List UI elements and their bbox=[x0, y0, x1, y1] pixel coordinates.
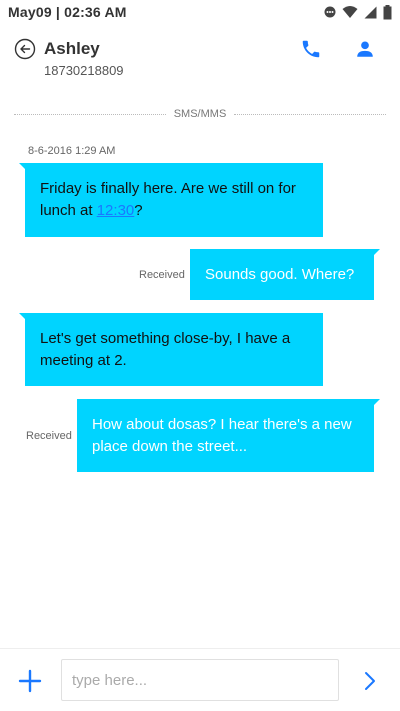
status-icons bbox=[324, 4, 392, 20]
channel-label: SMS/MMS bbox=[173, 108, 227, 120]
delivery-status: Received bbox=[26, 430, 72, 442]
message-input[interactable] bbox=[61, 659, 339, 701]
status-time: May09 | 02:36 AM bbox=[8, 4, 127, 20]
divider-line bbox=[14, 113, 166, 115]
bubble-tail bbox=[374, 399, 380, 405]
incoming-message-bubble[interactable]: Friday is finally here. Are we still on … bbox=[25, 163, 323, 237]
message-text-part: Friday is finally here. Are we still on … bbox=[40, 180, 296, 219]
compose-bar bbox=[0, 648, 400, 711]
wifi-icon bbox=[342, 6, 358, 18]
status-bar: May09 | 02:36 AM bbox=[0, 0, 400, 24]
outgoing-message-bubble[interactable]: How about dosas? I hear there's a new pl… bbox=[77, 399, 374, 472]
battery-icon bbox=[383, 4, 392, 19]
incoming-message-bubble[interactable]: Let's get something close-by, I have a m… bbox=[25, 313, 323, 386]
contact-name: Ashley bbox=[44, 39, 100, 58]
person-icon[interactable] bbox=[354, 38, 376, 60]
contact-number: 18730218809 bbox=[44, 63, 124, 78]
outgoing-message-bubble[interactable]: Sounds good. Where? bbox=[190, 249, 374, 300]
notification-dot-icon bbox=[324, 6, 336, 18]
delivery-status: Received bbox=[139, 269, 185, 281]
signal-icon bbox=[364, 6, 377, 18]
message-text-part: ? bbox=[134, 202, 143, 219]
message-text: Friday is finally here. Are we still on … bbox=[40, 178, 308, 222]
message-text: How about dosas? I hear there's a new pl… bbox=[92, 415, 352, 455]
plus-icon[interactable] bbox=[18, 669, 42, 693]
send-chevron-icon[interactable] bbox=[362, 671, 378, 691]
divider-line bbox=[234, 113, 386, 115]
time-link[interactable]: 12:30 bbox=[97, 202, 135, 219]
message-text: Let's get something close-by, I have a m… bbox=[40, 329, 291, 369]
message-text: Sounds good. Where? bbox=[205, 265, 355, 283]
message-timestamp: 8-6-2016 1:29 AM bbox=[28, 145, 116, 157]
conversation-header: Ashley 18730218809 bbox=[0, 24, 400, 88]
channel-divider: SMS/MMS bbox=[14, 106, 386, 122]
bubble-tail bbox=[374, 249, 380, 255]
phone-icon[interactable] bbox=[300, 38, 322, 60]
back-arrow-icon[interactable] bbox=[14, 38, 36, 60]
